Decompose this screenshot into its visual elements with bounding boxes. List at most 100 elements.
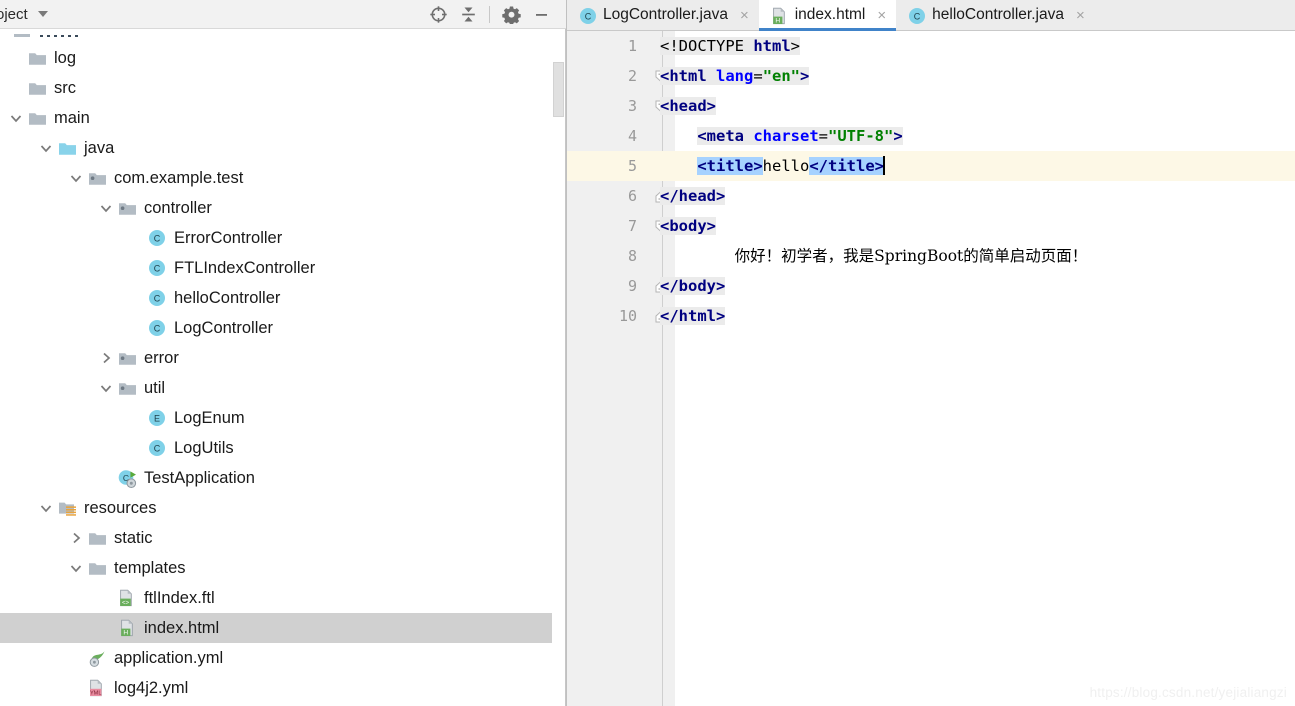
- svg-text:H: H: [775, 17, 780, 24]
- java-class-icon: C: [147, 319, 167, 337]
- chevron-down-icon[interactable]: [8, 110, 24, 126]
- code-line[interactable]: 4 <meta charset="UTF-8">: [567, 121, 1295, 151]
- tree-twisty-empty: [8, 50, 24, 66]
- java-class-icon: C: [147, 439, 167, 457]
- java-class-icon: C: [147, 259, 167, 277]
- tree-row-error[interactable]: error: [0, 343, 566, 373]
- tree-row-logcontroller[interactable]: CLogController: [0, 313, 566, 343]
- project-panel-header: oject: [0, 0, 566, 29]
- close-icon[interactable]: ×: [738, 8, 751, 23]
- code-line[interactable]: 8 你好！初学者，我是SpringBoot的简单启动页面！: [567, 241, 1295, 271]
- minimize-icon[interactable]: [526, 0, 556, 29]
- svg-text:C: C: [585, 11, 592, 21]
- tree-row-label: error: [144, 350, 179, 367]
- tree-row-controller[interactable]: controller: [0, 193, 566, 223]
- tree-rows-container: logsrcmainjavacom.example.testcontroller…: [0, 43, 566, 703]
- chevron-down-icon[interactable]: [98, 380, 114, 396]
- locate-target-icon[interactable]: [423, 0, 453, 29]
- code-line-text: <head>: [660, 91, 716, 121]
- line-number: 5: [567, 151, 637, 181]
- tree-row-errorcontroller[interactable]: CErrorController: [0, 223, 566, 253]
- code-line-text: <meta charset="UTF-8">: [660, 121, 903, 151]
- tree-row-testapplication[interactable]: CTestApplication: [0, 463, 566, 493]
- tree-row-src[interactable]: src: [0, 73, 566, 103]
- tree-row-ftlindex-ftl[interactable]: <>ftlIndex.ftl: [0, 583, 566, 613]
- tree-row-java[interactable]: java: [0, 133, 566, 163]
- editor-tab-bar: CLogController.java×Hindex.html×ChelloCo…: [567, 0, 1295, 31]
- gear-icon[interactable]: [496, 0, 526, 29]
- svg-text:C: C: [154, 324, 161, 334]
- code-line[interactable]: 9</body>: [567, 271, 1295, 301]
- code-editor[interactable]: 1<!DOCTYPE html>2<html lang="en">3<head>…: [567, 31, 1295, 706]
- package-icon: [87, 169, 107, 187]
- tree-row-label: resources: [84, 500, 156, 517]
- folder-icon: [27, 79, 47, 97]
- close-icon[interactable]: ×: [1074, 8, 1087, 23]
- spring-yaml-icon: [87, 649, 107, 667]
- tree-row-resources[interactable]: resources: [0, 493, 566, 523]
- chevron-down-icon[interactable]: [38, 140, 54, 156]
- chevron-down-icon[interactable]: [98, 200, 114, 216]
- watermark-text: https://blog.csdn.net/yejialiangzi: [1090, 685, 1287, 700]
- chevron-down-icon[interactable]: [68, 170, 84, 186]
- tree-row-templates[interactable]: templates: [0, 553, 566, 583]
- ide-window: oject: [0, 0, 1295, 706]
- tree-row-log[interactable]: log: [0, 43, 566, 73]
- resources-folder-icon: [57, 499, 77, 517]
- code-line[interactable]: 7<body>: [567, 211, 1295, 241]
- code-line[interactable]: 6</head>: [567, 181, 1295, 211]
- svg-text:C: C: [154, 444, 161, 454]
- editor-tab-index-html[interactable]: Hindex.html ×: [759, 0, 896, 30]
- code-line[interactable]: 2<html lang="en">: [567, 61, 1295, 91]
- tree-row-index-html[interactable]: Hindex.html: [0, 613, 566, 643]
- tree-twisty-empty: [98, 620, 114, 636]
- tree-twisty-empty: [68, 680, 84, 696]
- svg-text:E: E: [154, 414, 160, 424]
- code-line[interactable]: 1<!DOCTYPE html>: [567, 31, 1295, 61]
- project-file-tree[interactable]: logsrcmainjavacom.example.testcontroller…: [0, 29, 566, 706]
- tree-row-main[interactable]: main: [0, 103, 566, 133]
- tree-row-application-yml[interactable]: application.yml: [0, 643, 566, 673]
- code-line-text: <body>: [660, 211, 716, 241]
- tree-row-label: util: [144, 380, 165, 397]
- tree-twisty-empty: [128, 290, 144, 306]
- collapse-all-icon[interactable]: [453, 0, 483, 29]
- code-line-text: </head>: [660, 181, 725, 211]
- tree-row-logutils[interactable]: CLogUtils: [0, 433, 566, 463]
- tree-twisty-empty: [128, 440, 144, 456]
- java-class-icon: C: [579, 7, 596, 24]
- tree-twisty-empty: [98, 590, 114, 606]
- html-file-icon: H: [771, 7, 788, 24]
- chevron-down-icon[interactable]: [68, 560, 84, 576]
- tree-row-log4j2-yml[interactable]: YMLlog4j2.yml: [0, 673, 566, 703]
- tree-row-logenum[interactable]: ELogEnum: [0, 403, 566, 433]
- code-line[interactable]: 5 <title>hello</title>: [567, 151, 1295, 181]
- sidebar-scrollbar-track[interactable]: [552, 59, 565, 706]
- tree-row-ftlindexcontroller[interactable]: CFTLIndexController: [0, 253, 566, 283]
- code-line[interactable]: 10</html>: [567, 301, 1295, 331]
- folder-icon: [27, 49, 47, 67]
- sidebar-scrollbar-thumb[interactable]: [553, 62, 564, 117]
- html-file-icon: H: [117, 619, 137, 637]
- line-number: 4: [567, 121, 637, 151]
- tree-twisty-empty: [128, 410, 144, 426]
- editor-tab-label: index.html: [795, 6, 866, 24]
- tree-row-static[interactable]: static: [0, 523, 566, 553]
- tree-row-util[interactable]: util: [0, 373, 566, 403]
- tree-row-com-example-test[interactable]: com.example.test: [0, 163, 566, 193]
- editor-pane: CLogController.java×Hindex.html×ChelloCo…: [567, 0, 1295, 706]
- chevron-right-icon[interactable]: [68, 530, 84, 546]
- code-line-text: <title>hello</title>: [660, 151, 885, 181]
- chevron-down-icon[interactable]: [38, 11, 48, 17]
- editor-tab-logcontroller-java[interactable]: CLogController.java×: [567, 0, 759, 30]
- close-icon[interactable]: ×: [875, 8, 888, 23]
- chevron-right-icon[interactable]: [98, 350, 114, 366]
- folder-icon: [27, 109, 47, 127]
- spring-boot-main-icon: C: [117, 469, 137, 487]
- tree-twisty-empty: [98, 470, 114, 486]
- editor-tab-hellocontroller-java[interactable]: ChelloController.java×: [896, 0, 1095, 30]
- toolbar-separator: [489, 6, 490, 23]
- tree-row-hellocontroller[interactable]: ChelloController: [0, 283, 566, 313]
- code-line[interactable]: 3<head>: [567, 91, 1295, 121]
- chevron-down-icon[interactable]: [38, 500, 54, 516]
